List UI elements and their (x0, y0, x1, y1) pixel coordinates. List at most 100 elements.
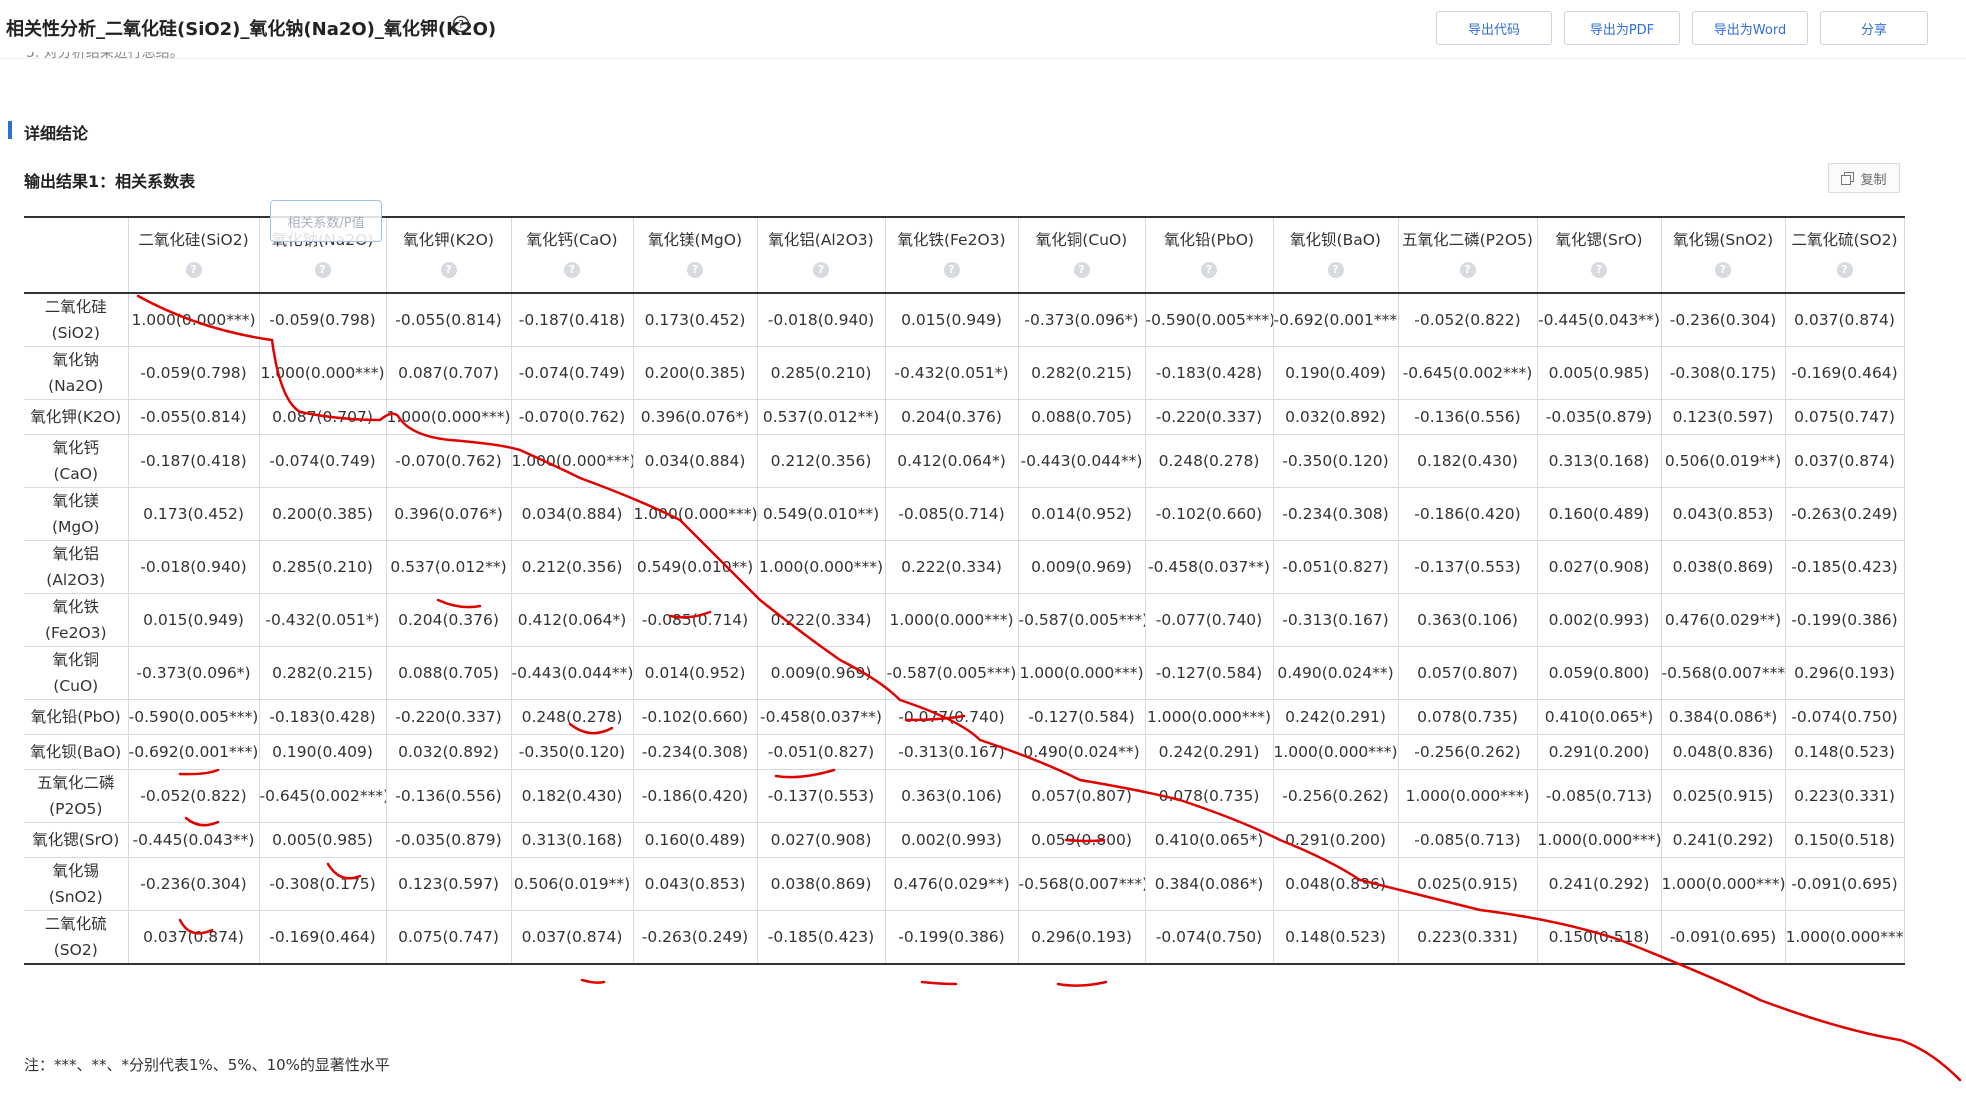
table-cell: -0.085(0.713) (1537, 769, 1662, 823)
underline-mark (580, 978, 606, 984)
copy-button[interactable]: 复制 (1828, 163, 1900, 193)
table-cell: -0.074(0.750) (1785, 699, 1905, 735)
table-cell: -0.055(0.814) (386, 293, 512, 347)
row-header: 氧化钡(BaO) (24, 734, 129, 770)
column-info-icon[interactable]: ? (185, 262, 202, 278)
row-header-label: (SiO2) (51, 324, 100, 342)
column-info-icon[interactable]: ? (564, 262, 580, 278)
column-info-icon[interactable]: ? (1836, 262, 1853, 278)
table-cell: -0.590(0.005***) (1145, 293, 1274, 347)
table-cell: 1.000(0.000***) (633, 487, 758, 541)
table-cell: -0.169(0.464) (1785, 346, 1905, 400)
row-header-label: 氧化镁 (52, 492, 99, 510)
table-cell: -0.373(0.096*) (128, 646, 260, 700)
table-cell: 1.000(0.000***) (1145, 699, 1274, 735)
column-info-icon[interactable]: ? (314, 262, 331, 278)
table-cell: 1.000(0.000***) (128, 293, 260, 347)
table-cell: 0.015(0.949) (128, 593, 260, 647)
column-info-icon[interactable]: ? (1715, 262, 1731, 278)
column-header: 二氧化硅(SiO2)? (128, 216, 260, 294)
table-cell: 0.384(0.086*) (1661, 699, 1786, 735)
table-cell: -0.350(0.120) (1273, 434, 1399, 488)
table-row: 二氧化硫 (SO2) 0.037(0.874) -0.169(0.464) 0.075(… (24, 910, 1905, 965)
table-cell: 1.000(0.000***) (386, 399, 512, 435)
column-info-icon[interactable]: ? (1073, 262, 1090, 278)
row-header-label: (Na2O) (48, 377, 104, 395)
row-header: 二氧化硫 (SO2) (24, 910, 129, 965)
table-cell: 0.123(0.597) (1661, 399, 1786, 435)
export-pdf-button[interactable]: 导出为PDF (1564, 11, 1680, 45)
table-cell: 0.223(0.331) (1398, 910, 1538, 965)
table-cell: -0.587(0.005***) (885, 646, 1019, 700)
table-cell: -0.052(0.822) (128, 769, 260, 823)
truncated-step-text: 5. 对分析结果进行总结。 (26, 52, 184, 60)
correlation-table: 二氧化硅(SiO2)?氧化钠(Na2O)?氧化钾(K2O)?氧化钙(CaO)?氧… (24, 216, 1905, 965)
column-info-icon[interactable]: ? (1591, 262, 1607, 278)
table-cell: -0.308(0.175) (1661, 346, 1786, 400)
table-cell: -0.077(0.740) (885, 699, 1019, 735)
table-cell: 0.200(0.385) (633, 346, 758, 400)
table-cell: -0.074(0.749) (259, 434, 387, 488)
column-header-label: 氧化铝(Al2O3) (768, 231, 874, 249)
table-cell: 0.038(0.869) (757, 857, 886, 911)
column-info-icon[interactable]: ? (1201, 262, 1217, 278)
table-cell: 0.150(0.518) (1785, 822, 1905, 858)
column-header: 氧化铜(CuO)? (1018, 216, 1146, 294)
table-cell: -0.256(0.262) (1273, 769, 1399, 823)
table-cell: -0.137(0.553) (1398, 540, 1538, 594)
row-header: 氧化钠 (Na2O) (24, 346, 129, 400)
table-cell: 0.476(0.029**) (885, 857, 1019, 911)
table-cell: 0.410(0.065*) (1145, 822, 1274, 858)
table-cell: -0.445(0.043**) (1537, 293, 1662, 347)
table-cell: 0.313(0.168) (511, 822, 634, 858)
row-header: 氧化锡 (SnO2) (24, 857, 129, 911)
table-cell: -0.263(0.249) (633, 910, 758, 965)
table-cell: 0.490(0.024**) (1018, 734, 1146, 770)
row-header: 氧化镁 (MgO) (24, 487, 129, 541)
column-info-icon[interactable]: ? (813, 262, 829, 278)
table-cell: 0.025(0.915) (1398, 857, 1538, 911)
row-header-label: (Al2O3) (46, 571, 106, 589)
table-cell: 0.285(0.210) (757, 346, 886, 400)
table-cell: 0.037(0.874) (511, 910, 634, 965)
table-cell: -0.199(0.386) (885, 910, 1019, 965)
export-word-button[interactable]: 导出为Word (1692, 11, 1808, 45)
table-cell: -0.185(0.423) (1785, 540, 1905, 594)
table-cell: 0.059(0.800) (1018, 822, 1146, 858)
table-row: 氧化铅(PbO) -0.590(0.005***) -0.183(0.428) -0.… (24, 699, 1905, 735)
column-header: 氧化铅(PbO)? (1145, 216, 1274, 294)
table-cell: 0.160(0.489) (633, 822, 758, 858)
table-cell: -0.127(0.584) (1018, 699, 1146, 735)
copy-icon (1841, 171, 1855, 185)
table-cell: -0.018(0.940) (128, 540, 260, 594)
table-cell: -0.458(0.037**) (1145, 540, 1274, 594)
table-cell: 0.212(0.356) (511, 540, 634, 594)
table-cell: -0.568(0.007***) (1661, 646, 1786, 700)
column-info-icon[interactable]: ? (1327, 262, 1344, 278)
table-cell: 0.160(0.489) (1537, 487, 1662, 541)
column-info-icon[interactable]: ? (943, 262, 960, 278)
help-icon[interactable]: ? (452, 15, 470, 33)
underline-mark (1056, 980, 1108, 987)
export-code-button[interactable]: 导出代码 (1436, 11, 1552, 45)
table-cell: -0.236(0.304) (1661, 293, 1786, 347)
table-cell: 0.037(0.874) (1785, 293, 1905, 347)
table-row: 氧化锡 (SnO2) -0.236(0.304) -0.308(0.175) 0.123… (24, 857, 1905, 911)
share-button[interactable]: 分享 (1820, 11, 1928, 45)
table-cell: 0.009(0.969) (757, 646, 886, 700)
column-info-icon[interactable]: ? (1459, 262, 1476, 278)
table-cell: 0.296(0.193) (1785, 646, 1905, 700)
table-cell: -0.070(0.762) (386, 434, 512, 488)
table-row: 氧化锶(SrO) -0.445(0.043**) 0.005(0.985) -0.03… (24, 822, 1905, 858)
table-cell: -0.373(0.096*) (1018, 293, 1146, 347)
row-header: 氧化钾(K2O) (24, 399, 129, 435)
column-header-label: 氧化镁(MgO) (647, 231, 742, 249)
column-header-label: 二氧化硅(SiO2) (138, 231, 249, 249)
column-info-icon[interactable]: ? (687, 262, 703, 278)
table-cell: 1.000(0.000***) (511, 434, 634, 488)
column-info-icon[interactable]: ? (440, 262, 457, 278)
table-cell: -0.183(0.428) (259, 699, 387, 735)
table-cell: 0.384(0.086*) (1145, 857, 1274, 911)
table-cell: -0.074(0.750) (1145, 910, 1274, 965)
table-cell: 0.078(0.735) (1398, 699, 1538, 735)
